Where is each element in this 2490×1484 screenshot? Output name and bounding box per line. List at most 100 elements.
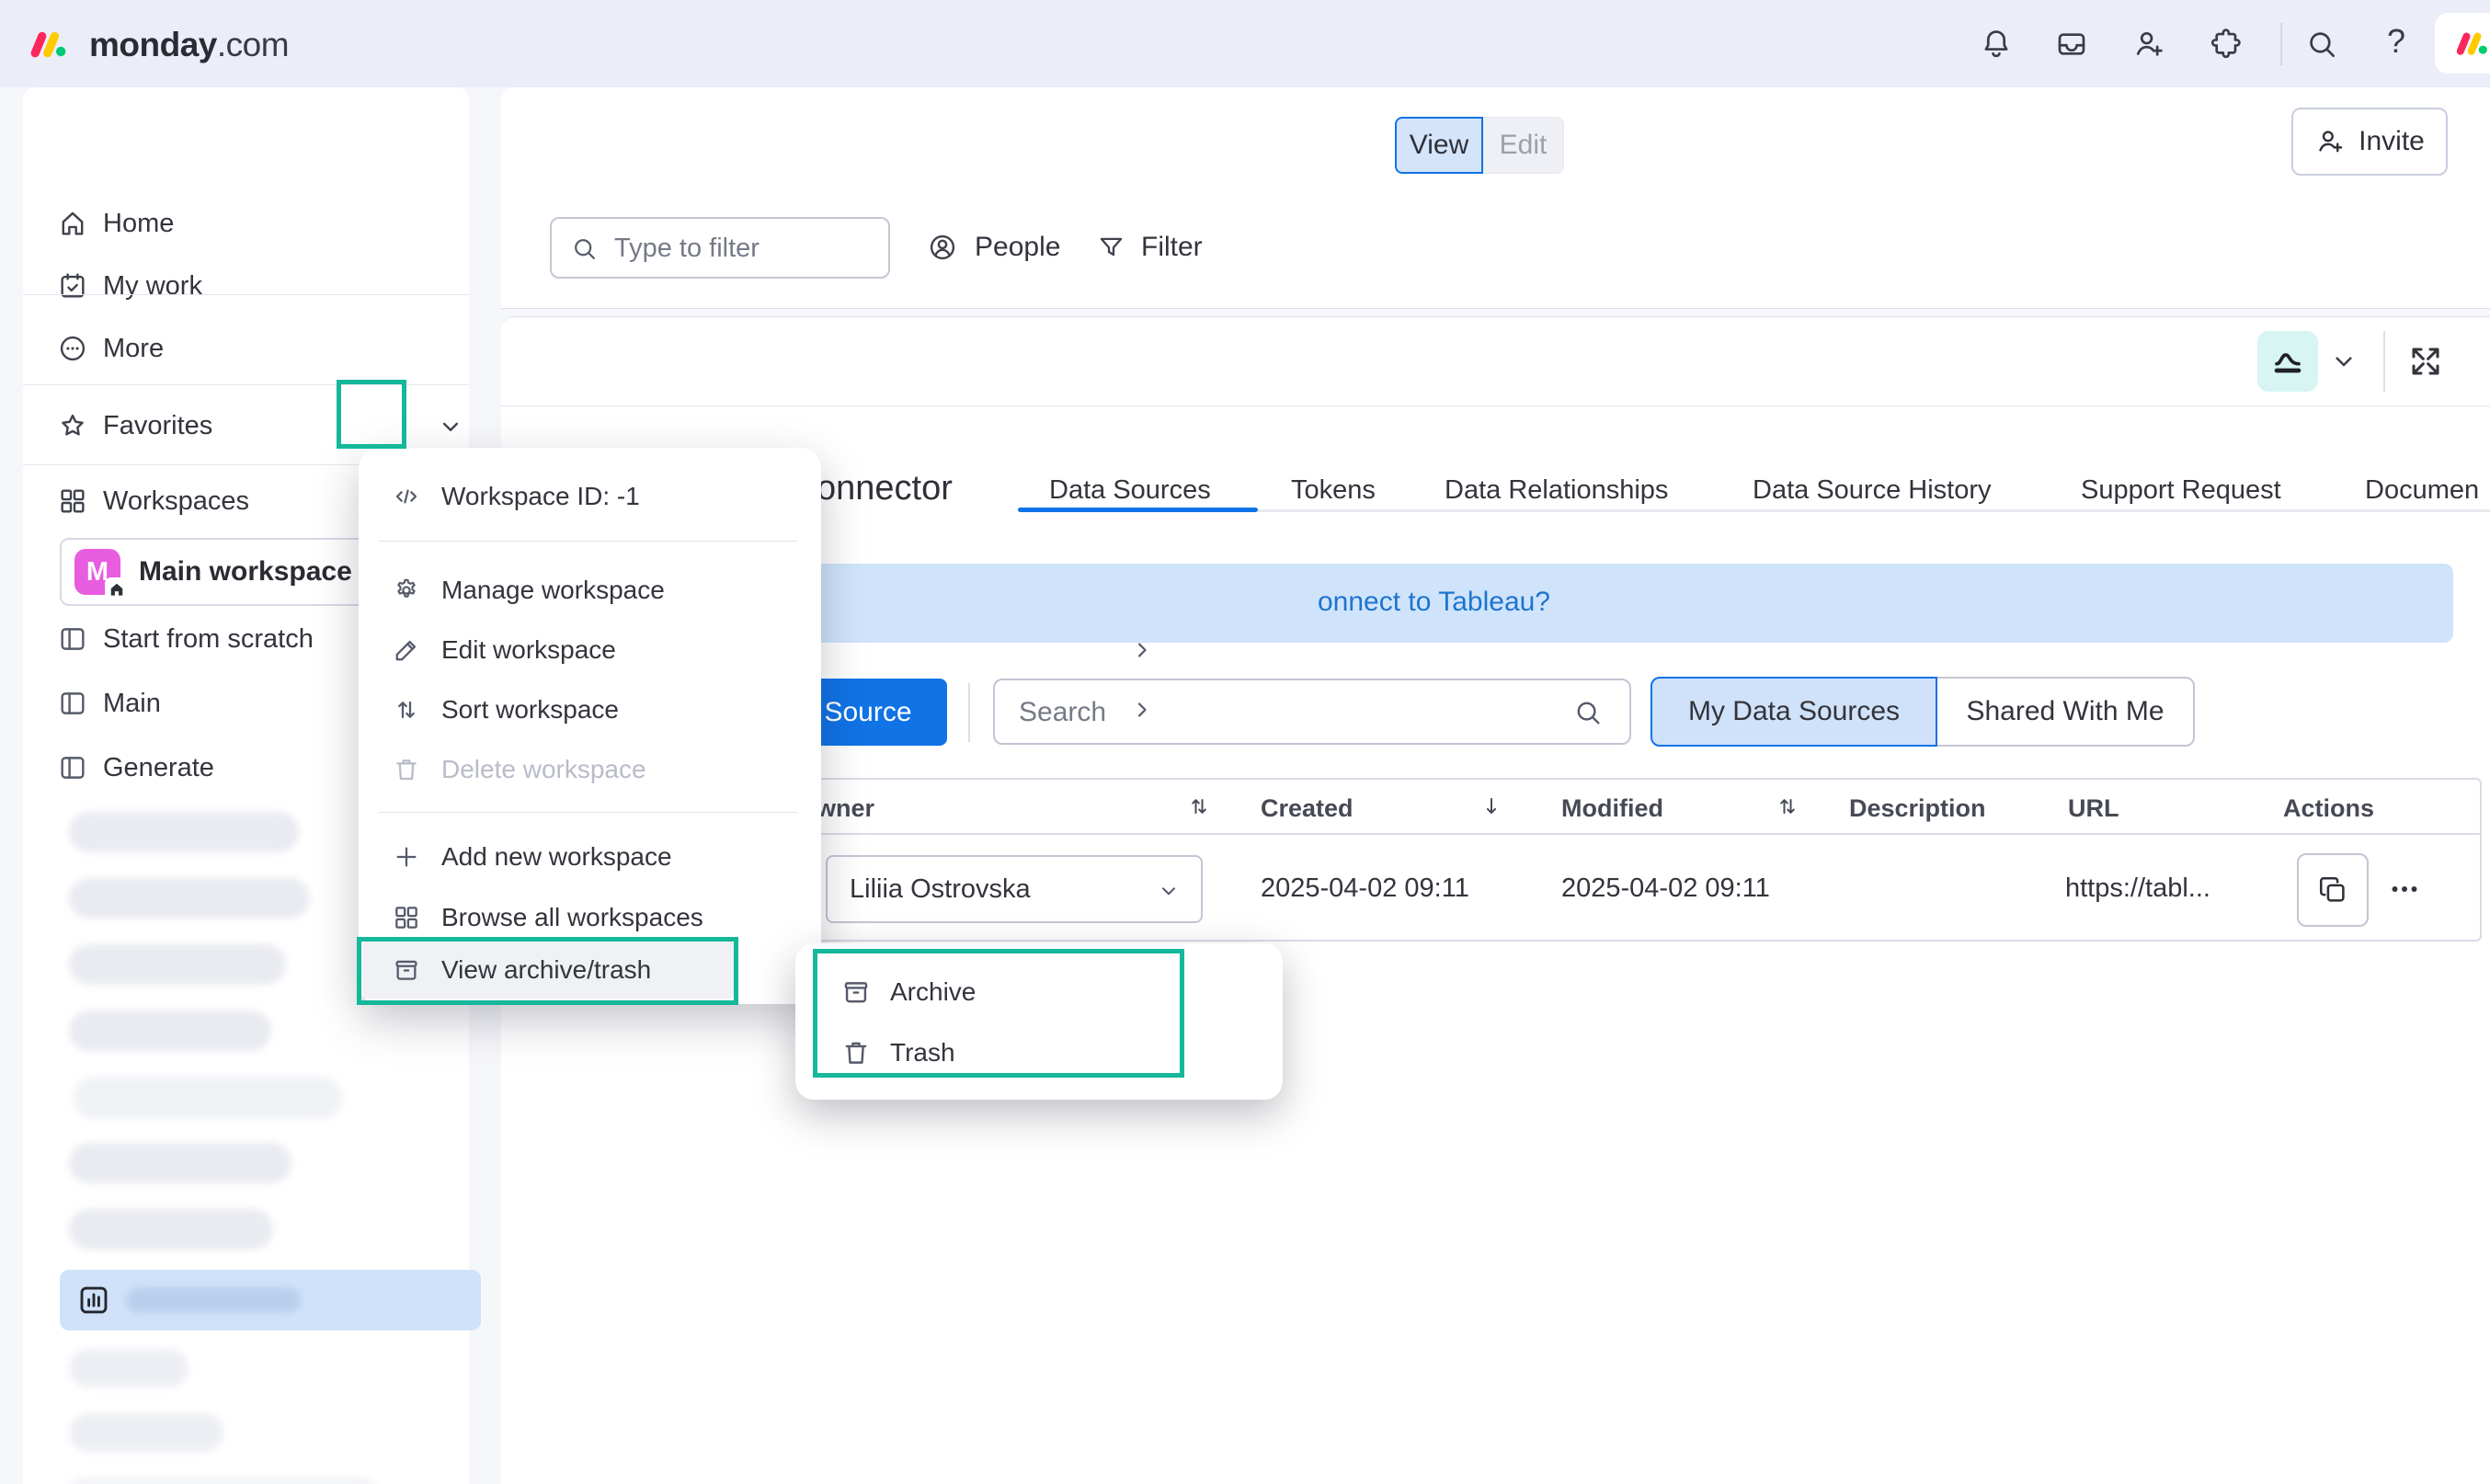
- menu-divider: [379, 541, 797, 542]
- column-url: URL: [2068, 794, 2119, 823]
- sidebar-item-home[interactable]: Home: [23, 203, 469, 244]
- redacted-board-item[interactable]: [69, 1413, 223, 1452]
- column-description: Description: [1849, 794, 1986, 823]
- menu-item-delete-workspace: Delete workspace: [375, 744, 803, 795]
- people-filter-button[interactable]: People: [927, 232, 1060, 263]
- gear-icon: [392, 576, 421, 605]
- redacted-board-item[interactable]: [69, 1143, 291, 1183]
- menu-item-view-archive-trash[interactable]: View archive/trash: [375, 944, 803, 996]
- tab-tokens[interactable]: Tokens: [1291, 475, 1376, 506]
- menu-item-add-new-workspace[interactable]: Add new workspace: [375, 831, 803, 883]
- shared-with-me-toggle[interactable]: Shared With Me: [1937, 677, 2195, 747]
- sort-modified-icon[interactable]: [1775, 793, 1800, 819]
- redacted-board-item[interactable]: [74, 1077, 342, 1119]
- redacted-board-item[interactable]: [69, 944, 286, 985]
- menu-item-label: Manage workspace: [441, 576, 665, 605]
- menu-item-label: Add new workspace: [441, 842, 672, 872]
- board-filter-input[interactable]: [552, 219, 964, 279]
- sort-created-icon[interactable]: [1479, 793, 1504, 819]
- invite-label: Invite: [2359, 126, 2425, 157]
- copy-url-button[interactable]: [2297, 853, 2369, 927]
- source-button-label: Source: [824, 697, 911, 728]
- sidebar-item-favorites[interactable]: Favorites: [23, 405, 469, 446]
- fullscreen-expand-icon[interactable]: [2407, 343, 2444, 380]
- menu-item-manage-workspace[interactable]: Manage workspace: [375, 565, 803, 616]
- notifications-bell-icon[interactable]: [1979, 27, 2014, 62]
- monday-app: monday.com ? Home My work More Favori: [0, 0, 2490, 1484]
- sidebar-section-favorites[interactable]: [23, 315, 469, 356]
- redacted-board-item[interactable]: [69, 878, 310, 919]
- view-mode-button[interactable]: View: [1395, 117, 1483, 174]
- pencil-icon: [392, 635, 421, 665]
- code-icon: [392, 482, 421, 511]
- tab-data-relationships[interactable]: Data Relationships: [1445, 475, 1668, 506]
- active-tab-underline: [1018, 508, 1258, 512]
- copy-icon: [2316, 873, 2349, 907]
- sidebar-item-my-work[interactable]: My work: [23, 266, 469, 306]
- redacted-board-item[interactable]: [69, 1010, 271, 1051]
- star-icon: [57, 410, 88, 441]
- inbox-icon[interactable]: [2054, 27, 2089, 62]
- tab-data-source-history[interactable]: Data Source History: [1753, 475, 1992, 506]
- calendar-check-icon: [57, 270, 88, 302]
- redacted-board-item[interactable]: [69, 1349, 188, 1387]
- toolbar-divider: [2383, 331, 2385, 392]
- chevron-down-icon[interactable]: [437, 413, 464, 440]
- data-source-search-field: [993, 679, 1631, 745]
- tab-documentation[interactable]: Documen: [2365, 475, 2479, 506]
- apps-marketplace-icon[interactable]: [2209, 27, 2244, 62]
- menu-item-label: Workspace ID: -1: [441, 482, 640, 511]
- menu-item-sort-workspace[interactable]: Sort workspace: [375, 684, 803, 736]
- global-search-icon[interactable]: [2304, 27, 2339, 62]
- redacted-board-item[interactable]: [69, 812, 299, 852]
- funnel-icon: [1096, 233, 1126, 263]
- sidebar-item-label: Home: [103, 209, 174, 239]
- logo-text-bold: monday: [89, 26, 217, 63]
- person-circle-icon: [927, 232, 958, 263]
- archive-box-icon: [392, 955, 421, 985]
- redacted-board-item[interactable]: [64, 1478, 382, 1484]
- my-data-sources-toggle[interactable]: My Data Sources: [1650, 677, 1937, 747]
- menu-item-browse-all-workspaces[interactable]: Browse all workspaces: [375, 892, 803, 943]
- board-label: Start from scratch: [103, 624, 314, 655]
- widget-type-button[interactable]: [2257, 331, 2318, 392]
- menu-divider: [379, 812, 797, 813]
- invite-members-icon[interactable]: [2131, 27, 2166, 62]
- product-switcher-tile[interactable]: [2435, 13, 2490, 74]
- owner-dropdown[interactable]: Liliia Ostrovska: [826, 855, 1203, 923]
- tab-data-sources[interactable]: Data Sources: [1049, 475, 1211, 506]
- submenu-item-label: Archive: [890, 977, 976, 1007]
- banner-text-fragment: onnect to Tableau?: [1318, 587, 1550, 618]
- chevron-down-icon: [1157, 879, 1181, 903]
- plus-icon: [392, 842, 421, 872]
- header-divider: [2280, 23, 2282, 65]
- redacted-label: [126, 1287, 301, 1313]
- sidebar-item-workspaces[interactable]: Workspaces: [23, 481, 326, 521]
- redacted-board-item[interactable]: [69, 1209, 273, 1250]
- sort-owner-icon[interactable]: [1186, 793, 1212, 819]
- chevron-down-icon[interactable]: [2329, 347, 2359, 376]
- menu-item-label: Browse all workspaces: [441, 903, 703, 932]
- tabs-baseline: [1258, 509, 2490, 512]
- row-actions-menu-icon[interactable]: [2385, 870, 2424, 908]
- monday-logo[interactable]: monday.com: [89, 26, 289, 64]
- invite-button[interactable]: Invite: [2291, 108, 2448, 176]
- edit-mode-button[interactable]: Edit: [1483, 117, 1564, 174]
- tableau-help-banner: onnect to Tableau?: [802, 564, 2453, 643]
- sidebar-item-selected-dashboard[interactable]: [60, 1270, 481, 1330]
- board-label: Generate: [103, 753, 214, 783]
- submenu-item-archive[interactable]: Archive: [840, 976, 976, 1008]
- filter-button[interactable]: Filter: [1096, 232, 1203, 263]
- data-source-search-input[interactable]: [995, 680, 1727, 745]
- data-sources-table: wner Created Modified Description URL Ac…: [754, 778, 2482, 942]
- my-data-sources-label: My Data Sources: [1688, 696, 1900, 727]
- grid-icon: [392, 903, 421, 932]
- submenu-item-trash[interactable]: Trash: [840, 1037, 955, 1068]
- workspaces-grid-icon: [57, 485, 88, 517]
- dashboard-header-card: View Edit Invite People Filter: [501, 87, 2490, 309]
- trash-icon: [392, 755, 421, 784]
- modified-value: 2025-04-02 09:11: [1561, 873, 1770, 904]
- help-icon[interactable]: ?: [2387, 22, 2405, 61]
- menu-item-edit-workspace[interactable]: Edit workspace: [375, 624, 803, 676]
- tab-support-request[interactable]: Support Request: [2081, 475, 2281, 506]
